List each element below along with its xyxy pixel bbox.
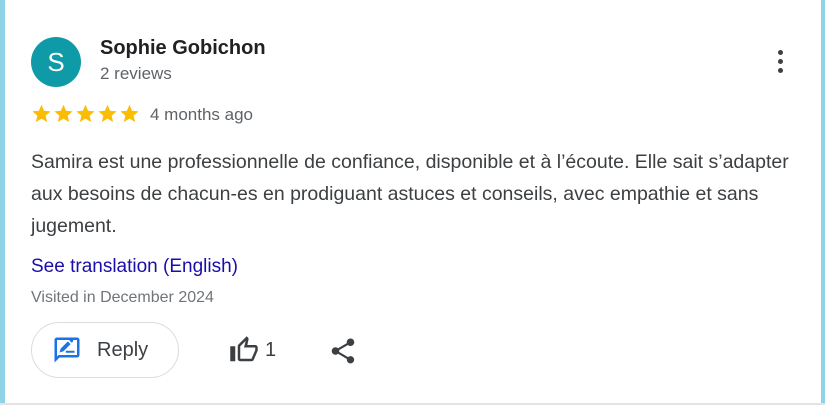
author-name[interactable]: Sophie Gobichon — [100, 37, 266, 60]
right-edge — [821, 0, 825, 405]
review-text: Samira est une professionnelle de confia… — [31, 151, 789, 237]
see-translation-link[interactable]: See translation (English) — [31, 256, 238, 278]
star-icon — [54, 104, 73, 123]
reply-icon — [54, 337, 80, 363]
visited-date: Visited in December 2024 — [31, 289, 214, 306]
author-review-count: 2 reviews — [100, 64, 172, 83]
more-vert-icon — [777, 49, 783, 55]
share-icon — [331, 338, 355, 364]
star-icon — [76, 104, 95, 123]
thumb-up-icon — [230, 336, 258, 362]
reply-button[interactable]: Reply — [31, 322, 179, 378]
more-options-button[interactable] — [766, 44, 794, 78]
reply-label: Reply — [97, 338, 149, 361]
like-count: 1 — [265, 338, 277, 361]
left-edge — [0, 0, 5, 405]
star-icon — [120, 104, 139, 123]
avatar-letter: S — [47, 46, 65, 77]
star-rating — [31, 103, 140, 124]
review-time: 4 months ago — [150, 105, 254, 124]
like-button[interactable]: 1 — [229, 335, 276, 365]
review-card: S Sophie Gobichon 2 reviews 4 months ago… — [0, 0, 825, 405]
share-button[interactable] — [328, 336, 358, 366]
star-icon — [98, 104, 117, 123]
star-icon — [32, 104, 51, 123]
avatar[interactable]: S — [31, 37, 81, 87]
